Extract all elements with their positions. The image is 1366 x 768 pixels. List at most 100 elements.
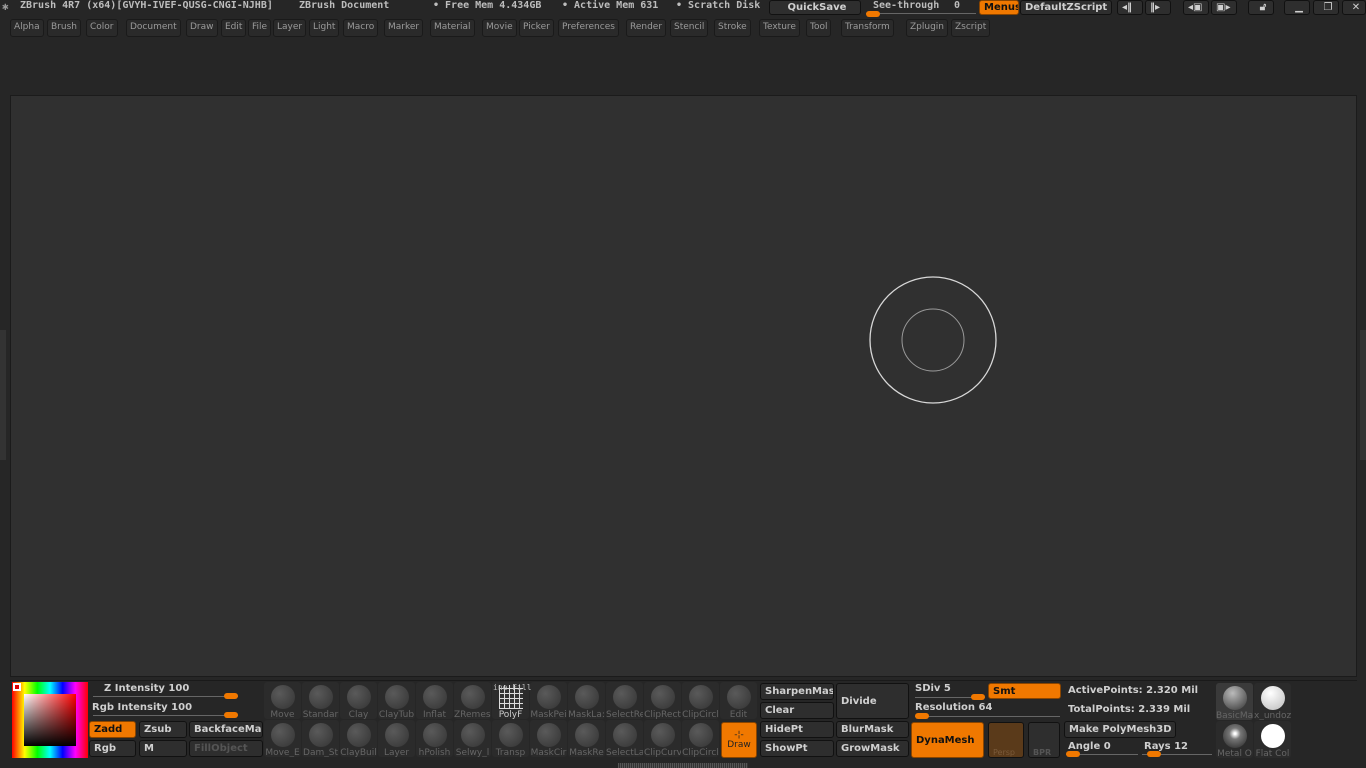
menu-file[interactable]: File — [248, 19, 272, 37]
brush-selectla[interactable]: SelectLa — [606, 720, 643, 757]
brush-clipcircl[interactable]: ClipCircl — [682, 720, 719, 757]
shrink-ui-icon[interactable]: ◂‖ — [1117, 0, 1143, 15]
menu-marker[interactable]: Marker — [384, 19, 424, 37]
menu-layer[interactable]: Layer — [273, 19, 307, 37]
quicksave-button[interactable]: QuickSave — [769, 0, 861, 15]
brush-label: ZRemesl — [454, 710, 491, 719]
brush-clipcurv[interactable]: ClipCurv — [644, 720, 681, 757]
smt-button[interactable]: Smt — [988, 683, 1061, 699]
brush-claybuil[interactable]: ClayBuil — [340, 720, 377, 757]
backface-mask-button[interactable]: BackfaceMas — [189, 721, 263, 738]
brush-standar[interactable]: Standar — [302, 682, 339, 719]
menu-render[interactable]: Render — [626, 19, 667, 37]
angle-knob[interactable] — [1066, 751, 1080, 757]
material-metal-button[interactable]: Metal O — [1216, 721, 1253, 758]
bpr-button[interactable]: BPR — [1028, 722, 1060, 758]
menu-texture[interactable]: Texture — [759, 19, 800, 37]
brush-layer[interactable]: Layer — [378, 720, 415, 757]
rgb-intensity-slider[interactable] — [93, 715, 238, 716]
divide-button[interactable]: Divide — [836, 683, 909, 719]
rgb-button[interactable]: Rgb — [89, 740, 136, 757]
see-through-knob[interactable] — [866, 11, 880, 17]
brush-hpolish[interactable]: hPolish — [416, 720, 453, 757]
default-zscript-button[interactable]: DefaultZScript — [1020, 0, 1112, 15]
zadd-button[interactable]: Zadd — [89, 721, 136, 738]
brush-inflat[interactable]: Inflat — [416, 682, 453, 719]
prev-layout-icon[interactable]: ◂▣ — [1183, 0, 1209, 15]
expand-ui-icon[interactable]: ‖▸ — [1145, 0, 1171, 15]
brush-transp[interactable]: Transp — [492, 720, 529, 757]
brush-maskpei[interactable]: MaskPei — [530, 682, 567, 719]
menu-tool[interactable]: Tool — [806, 19, 832, 37]
main-color-swatch[interactable] — [13, 683, 21, 691]
brush-maskla-[interactable]: MaskLa: — [568, 682, 605, 719]
material-undo-button[interactable]: x_undoz — [1254, 683, 1291, 720]
brush-move[interactable]: Move — [264, 682, 301, 719]
material-basic-button[interactable]: BasicMa — [1216, 683, 1253, 720]
material-flat-color-button[interactable]: Flat Col — [1254, 721, 1291, 758]
growmask-button[interactable]: GrowMask — [836, 740, 909, 757]
menu-transform[interactable]: Transform — [841, 19, 894, 37]
menu-stencil[interactable]: Stencil — [670, 19, 709, 37]
brush-zremesl[interactable]: ZRemesl — [454, 682, 491, 719]
menus-button[interactable]: Menus — [979, 0, 1019, 15]
brush-edit[interactable]: Edit — [720, 682, 757, 719]
brush-dam-st[interactable]: Dam_St — [302, 720, 339, 757]
next-layout-icon[interactable]: ▣▸ — [1211, 0, 1237, 15]
draw-button[interactable]: -¦- Draw — [721, 722, 757, 758]
menu-draw[interactable]: Draw — [186, 19, 218, 37]
menu-zplugin[interactable]: Zplugin — [906, 19, 949, 37]
clear-button[interactable]: Clear — [760, 702, 834, 719]
see-through-slider[interactable] — [866, 13, 976, 14]
hidept-button[interactable]: HidePt — [760, 721, 834, 738]
minimize-icon[interactable]: ▁ — [1284, 0, 1310, 15]
bottom-tray-handle[interactable] — [618, 763, 748, 768]
close-icon[interactable]: ✕ — [1342, 0, 1366, 15]
left-tray-handle[interactable] — [0, 330, 6, 460]
make-polymesh3d-button[interactable]: Make PolyMesh3D — [1064, 721, 1176, 738]
right-tray-handle[interactable] — [1360, 330, 1366, 460]
menu-zscript[interactable]: Zscript — [951, 19, 991, 37]
sharpen-mask-button[interactable]: SharpenMasl — [760, 683, 834, 700]
showpt-button[interactable]: ShowPt — [760, 740, 834, 757]
resolution-knob[interactable] — [915, 713, 929, 719]
brush-claytub[interactable]: ClayTub — [378, 682, 415, 719]
color-sv-square[interactable] — [24, 694, 76, 746]
restore-icon[interactable]: ❐ — [1313, 0, 1339, 15]
menu-material[interactable]: Material — [430, 19, 475, 37]
dynamesh-button[interactable]: DynaMesh — [911, 722, 984, 758]
zsub-button[interactable]: Zsub — [139, 721, 187, 738]
rgb-intensity-knob[interactable] — [224, 712, 238, 718]
z-intensity-slider[interactable] — [93, 696, 238, 697]
menu-alpha[interactable]: Alpha — [10, 19, 44, 37]
rays-knob[interactable] — [1147, 751, 1161, 757]
document-canvas[interactable] — [10, 95, 1357, 677]
menu-movie[interactable]: Movie — [482, 19, 517, 37]
z-intensity-knob[interactable] — [224, 693, 238, 699]
menu-edit[interactable]: Edit — [221, 19, 247, 37]
sdiv-knob[interactable] — [971, 694, 985, 700]
menu-light[interactable]: Light — [309, 19, 340, 37]
brush-clipcircl[interactable]: ClipCircl — [682, 682, 719, 719]
fillobject-button[interactable]: FillObject — [189, 740, 263, 757]
brush-maskcir[interactable]: MaskCir — [530, 720, 567, 757]
brush-clay[interactable]: Clay — [340, 682, 377, 719]
menu-macro[interactable]: Macro — [343, 19, 379, 37]
brush-selwy-l[interactable]: Selwy_l — [454, 720, 491, 757]
brush-maskre[interactable]: MaskRe — [568, 720, 605, 757]
m-button[interactable]: M — [139, 740, 187, 757]
menu-brush[interactable]: Brush — [47, 19, 81, 37]
unlock-icon[interactable]: 🔓︎ — [1248, 0, 1274, 15]
menu-color[interactable]: Color — [86, 19, 118, 37]
menu-picker[interactable]: Picker — [519, 19, 554, 37]
persp-button[interactable]: Persp — [988, 722, 1024, 758]
brush-selectre[interactable]: SelectRe — [606, 682, 643, 719]
blurmask-button[interactable]: BlurMask — [836, 721, 909, 738]
menu-stroke[interactable]: Stroke — [714, 19, 751, 37]
brush-cliprect[interactable]: ClipRect — [644, 682, 681, 719]
resolution-slider[interactable] — [915, 716, 1060, 717]
menu-preferences[interactable]: Preferences — [558, 19, 619, 37]
color-picker[interactable] — [12, 682, 88, 758]
brush-move-e[interactable]: Move_E — [264, 720, 301, 757]
menu-document[interactable]: Document — [126, 19, 181, 37]
